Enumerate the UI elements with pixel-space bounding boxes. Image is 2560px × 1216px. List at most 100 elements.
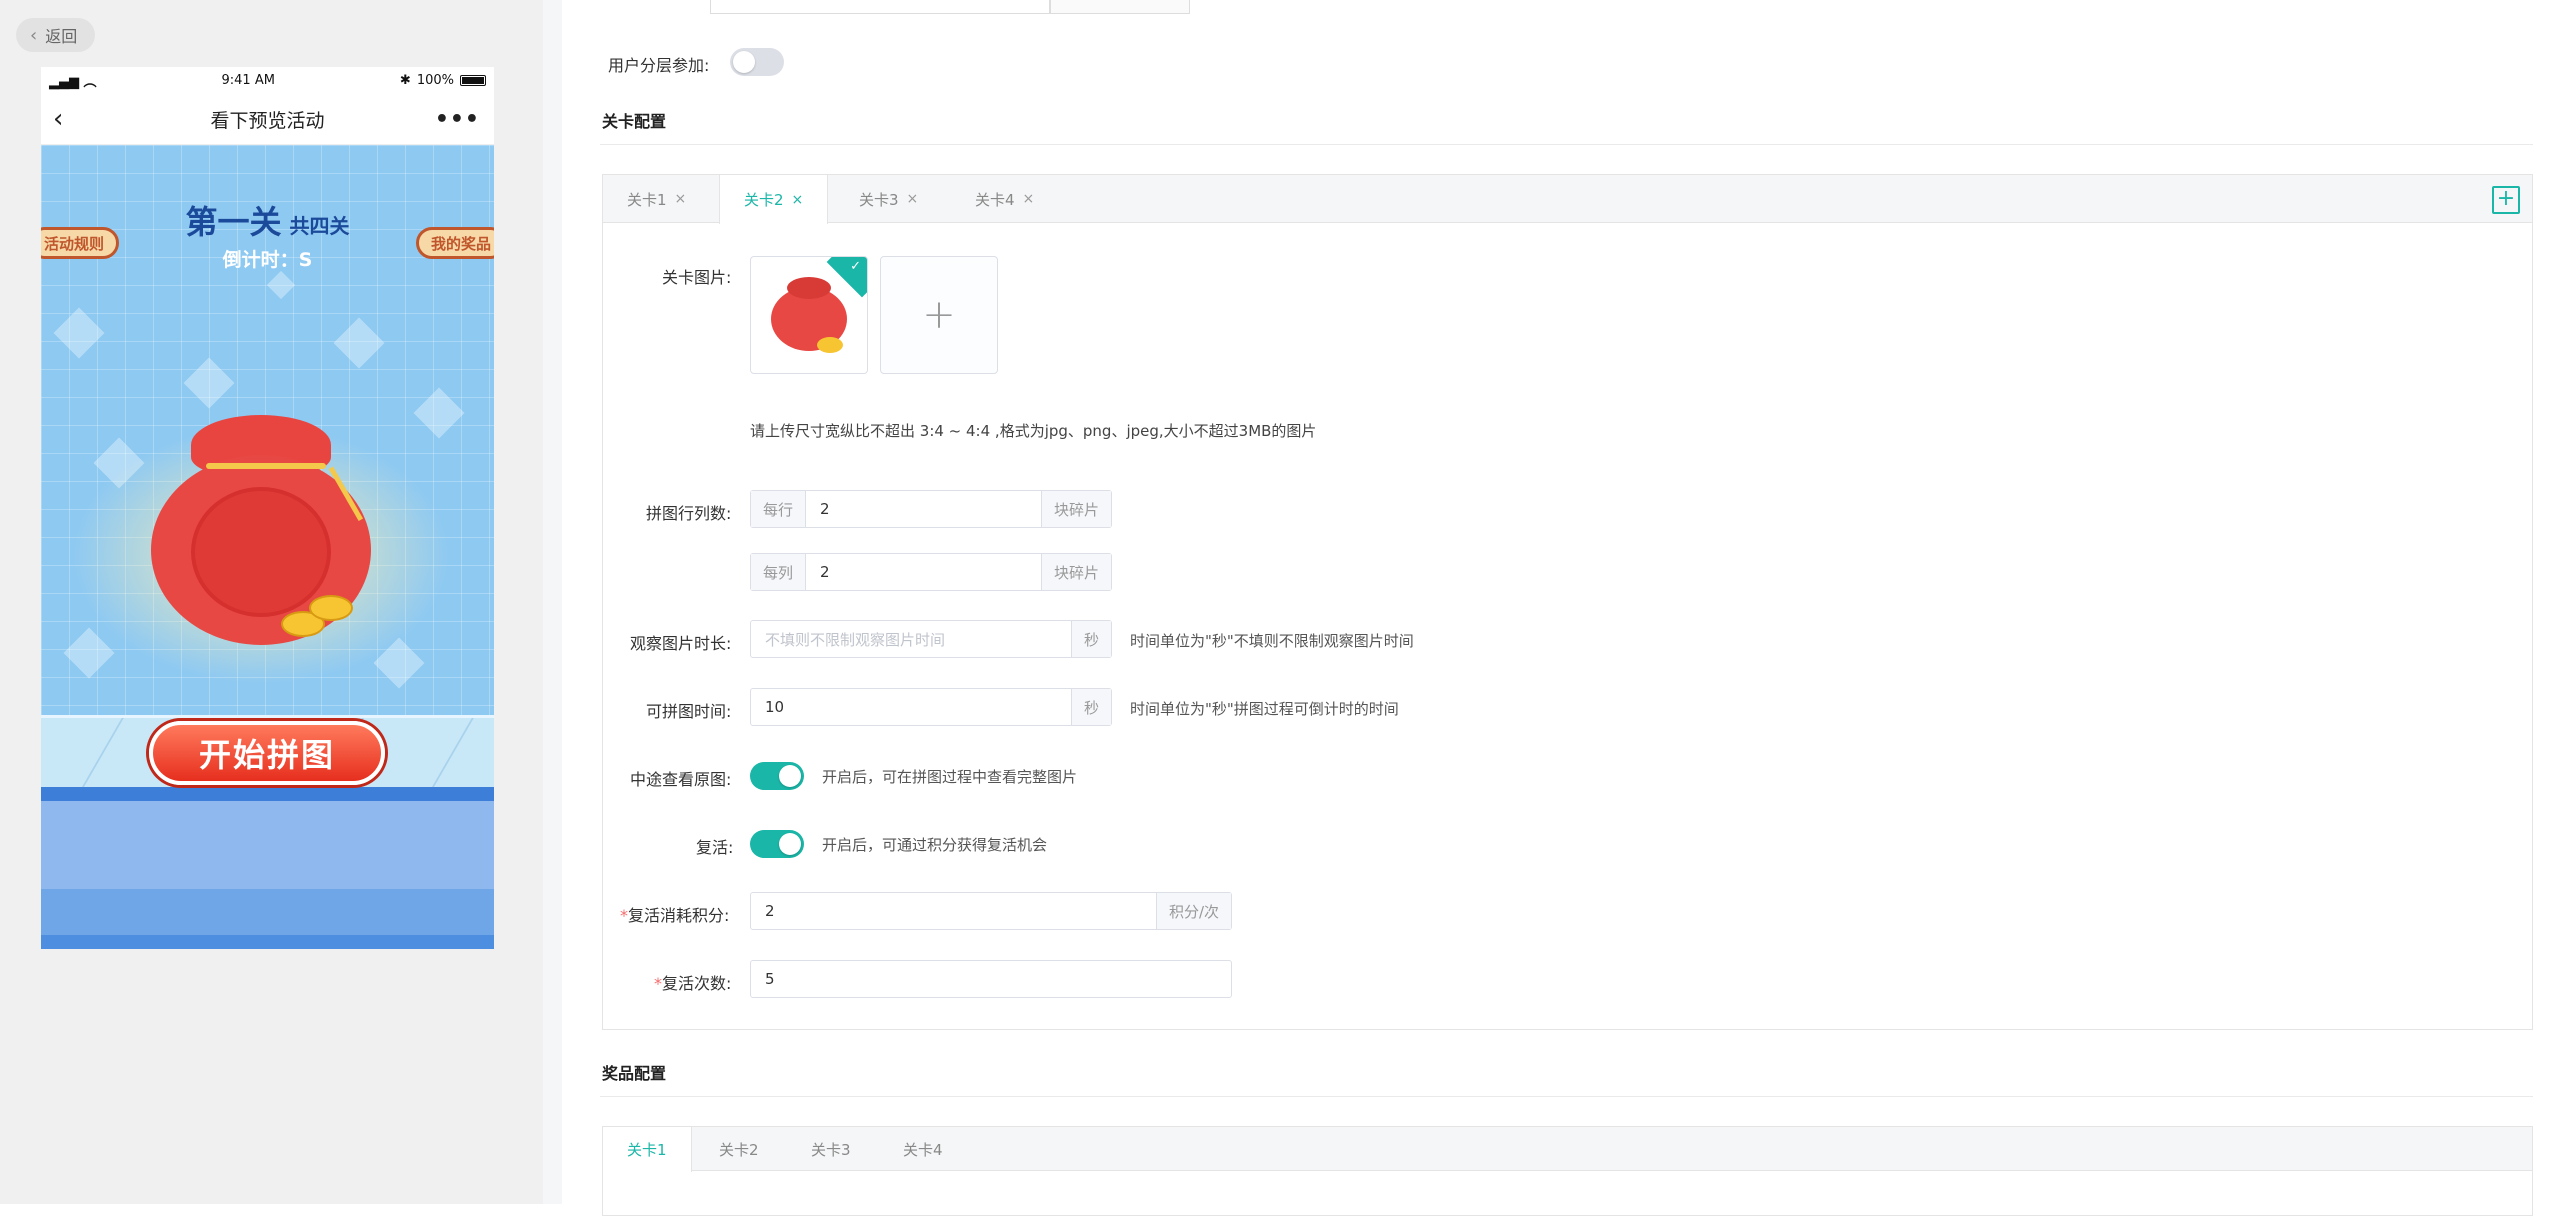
observe-input[interactable]: 不填则不限制观察图片时间 秒 bbox=[750, 620, 1112, 658]
close-icon[interactable]: × bbox=[675, 191, 687, 207]
status-time: 9:41 AM bbox=[221, 73, 275, 88]
stage bbox=[41, 787, 494, 949]
top-cutoff-input[interactable] bbox=[710, 0, 1050, 14]
close-icon[interactable]: × bbox=[1023, 191, 1035, 207]
stage-top bbox=[41, 787, 494, 801]
prize-tab-1[interactable]: 关卡1 bbox=[603, 1127, 692, 1172]
tab-level-1[interactable]: 关卡1 × bbox=[603, 175, 710, 223]
battery-percent: 100% bbox=[416, 73, 454, 88]
cols-prefix: 每列 bbox=[751, 554, 807, 590]
bluetooth-icon: ✱ bbox=[399, 73, 411, 88]
observe-hint: 时间单位为"秒"不填则不限制观察图片时间 bbox=[1130, 632, 1414, 650]
tab-label: 关卡2 bbox=[744, 191, 784, 209]
revive-times-value[interactable]: 5 bbox=[751, 961, 1231, 997]
top-cutoff-input-suffix bbox=[1050, 0, 1190, 14]
puzzle-time-value[interactable]: 10 bbox=[751, 689, 1071, 725]
tab-label: 关卡1 bbox=[627, 190, 667, 209]
tab-level-2[interactable]: 关卡2 × bbox=[719, 175, 829, 224]
observe-label: 观察图片时长: bbox=[630, 634, 732, 653]
status-right: ✱ 100% bbox=[400, 73, 486, 88]
rows-input[interactable]: 每行 2 块碎片 bbox=[750, 490, 1112, 528]
revive-hint: 开启后，可通过积分获得复活机会 bbox=[822, 836, 1048, 854]
revive-cost-input[interactable]: 2 积分/次 bbox=[750, 892, 1232, 930]
view-original-switch[interactable] bbox=[750, 762, 804, 790]
puzzle-time-label: 可拼图时间: bbox=[646, 702, 732, 721]
revive-times-input[interactable]: 5 bbox=[750, 960, 1232, 998]
decor-diamond bbox=[63, 627, 115, 679]
start-puzzle-button[interactable]: 开始拼图 bbox=[149, 721, 385, 785]
revive-switch[interactable] bbox=[750, 830, 804, 858]
floor-line bbox=[80, 718, 124, 790]
stage-bottom bbox=[41, 935, 494, 949]
view-original-hint: 开启后，可在拼图过程中查看完整图片 bbox=[822, 768, 1078, 786]
puzzle-time-suffix: 秒 bbox=[1070, 689, 1111, 725]
bag-circle bbox=[191, 487, 331, 617]
required-star: * bbox=[654, 974, 662, 993]
revive-label: 复活: bbox=[696, 838, 734, 857]
grid-label: 拼图行列数: bbox=[646, 504, 732, 523]
phone-nav-title: 看下预览活动 bbox=[210, 109, 325, 132]
upload-add-button[interactable]: + bbox=[880, 256, 998, 374]
revive-times-label: *复活次数: bbox=[654, 970, 731, 994]
decor-diamond bbox=[413, 387, 465, 439]
signal-wifi-icons: ▂▄▆ ︵ bbox=[49, 75, 97, 90]
countdown: 倒计时：S bbox=[222, 249, 313, 271]
observe-placeholder[interactable]: 不填则不限制观察图片时间 bbox=[751, 621, 1071, 657]
phone-preview: ▂▄▆ ︵ 9:41 AM ✱ 100% ‹ 看下预览活动 ••• 活动规则 我 bbox=[41, 67, 494, 949]
revive-cost-text: 复活消耗积分: bbox=[628, 906, 730, 925]
level-config-title: 关卡配置 bbox=[602, 112, 667, 131]
close-icon[interactable]: × bbox=[907, 191, 919, 207]
bag-rope bbox=[206, 463, 326, 469]
rows-value[interactable]: 2 bbox=[806, 491, 1041, 527]
gold-coin bbox=[309, 595, 353, 621]
decor-diamond bbox=[53, 307, 105, 359]
level-title: 第一关 共四关 bbox=[41, 197, 494, 243]
uploaded-image[interactable]: ✓ bbox=[750, 256, 868, 374]
prize-tab-2[interactable]: 关卡2 bbox=[695, 1127, 783, 1171]
tab-label: 关卡3 bbox=[859, 190, 899, 209]
view-original-label: 中途查看原图: bbox=[630, 770, 732, 789]
decor-diamond bbox=[266, 270, 296, 300]
revive-cost-label: *复活消耗积分: bbox=[620, 902, 729, 926]
revive-times-text: 复活次数: bbox=[662, 974, 732, 993]
check-icon: ✓ bbox=[850, 259, 861, 274]
puzzle-time-input[interactable]: 10 秒 bbox=[750, 688, 1112, 726]
back-button[interactable]: ‹ 返回 bbox=[16, 18, 96, 52]
phone-navbar: ‹ 看下预览活动 ••• bbox=[41, 94, 494, 145]
revive-cost-value[interactable]: 2 bbox=[751, 893, 1156, 929]
level-main: 第一关 bbox=[185, 203, 282, 241]
tab-level-3[interactable]: 关卡3 × bbox=[835, 175, 942, 223]
puzzle-time-hint: 时间单位为"秒"拼图过程可倒计时的时间 bbox=[1130, 700, 1399, 718]
required-star: * bbox=[620, 906, 628, 925]
back-button-label: 返回 bbox=[45, 27, 78, 46]
layered-switch[interactable] bbox=[730, 48, 784, 76]
game-scene: 活动规则 我的奖品 第一关 共四关 倒计时：S bbox=[41, 145, 494, 949]
cols-value[interactable]: 2 bbox=[806, 554, 1041, 590]
close-icon[interactable]: × bbox=[792, 192, 804, 208]
status-bar: ▂▄▆ ︵ 9:41 AM ✱ 100% bbox=[41, 67, 494, 94]
more-icon[interactable]: ••• bbox=[435, 107, 480, 132]
add-tab-button[interactable]: + bbox=[2492, 186, 2520, 214]
phone-back-icon[interactable]: ‹ bbox=[53, 104, 63, 134]
cols-input[interactable]: 每列 2 块碎片 bbox=[750, 553, 1112, 591]
divider bbox=[600, 144, 2533, 145]
stage-mid bbox=[41, 801, 494, 889]
rows-suffix: 块碎片 bbox=[1040, 491, 1111, 527]
rows-prefix: 每行 bbox=[751, 491, 807, 527]
level-tabs: 关卡1 × 关卡2 × 关卡3 × 关卡4 × + bbox=[603, 175, 2532, 224]
mini-bag-top bbox=[787, 277, 831, 299]
tab-level-4[interactable]: 关卡4 × bbox=[951, 175, 1058, 223]
decor-diamond bbox=[333, 317, 385, 369]
prize-tab-3[interactable]: 关卡3 bbox=[787, 1127, 875, 1171]
floor-line bbox=[430, 718, 474, 790]
level-image-label: 关卡图片: bbox=[662, 268, 732, 287]
tab-label: 关卡4 bbox=[975, 190, 1015, 209]
observe-suffix: 秒 bbox=[1070, 621, 1111, 657]
preview-panel: ‹ 返回 ▂▄▆ ︵ 9:41 AM ✱ 100% ‹ 看下预览活动 ••• 活… bbox=[0, 0, 543, 1204]
prize-config-title: 奖品配置 bbox=[602, 1064, 667, 1083]
prize-panel: 关卡1 关卡2 关卡3 关卡4 bbox=[602, 1126, 2533, 1216]
lucky-bag-image bbox=[131, 415, 394, 655]
prize-tab-4[interactable]: 关卡4 bbox=[879, 1127, 967, 1171]
upload-hint: 请上传尺寸宽纵比不超出 3:4 ~ 4:4 ,格式为jpg、png、jpeg,大… bbox=[750, 422, 1317, 440]
revive-cost-suffix: 积分/次 bbox=[1155, 893, 1231, 929]
